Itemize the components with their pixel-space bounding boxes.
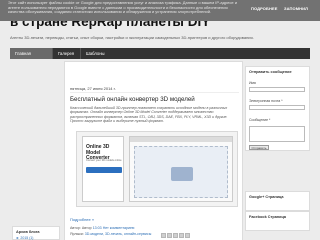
- email-label: Электронная почта *: [249, 99, 283, 103]
- message-field[interactable]: [249, 126, 305, 142]
- converter-preview-panel: [129, 136, 233, 202]
- name-field[interactable]: [249, 87, 305, 92]
- cookie-more-info-link[interactable]: ПОДРОБНЕЕ: [251, 6, 278, 12]
- labels-prefix: Ярлыки:: [70, 232, 84, 236]
- pinterest-share-icon[interactable]: [185, 233, 190, 238]
- cookie-notice-text: Этот сайт использует файлы cookie от Goo…: [8, 0, 237, 15]
- post-image[interactable]: Online 3D Model Converter Convert your 3…: [76, 131, 238, 207]
- tab-home[interactable]: Главная страница: [10, 48, 52, 67]
- post-date: пятница, 27 июня 2014 г.: [70, 86, 239, 93]
- twitter-share-icon[interactable]: [173, 233, 178, 238]
- submit-button[interactable]: Отправить: [249, 145, 269, 150]
- post-time-link[interactable]: 13:03: [93, 226, 102, 230]
- converter-card-subtitle: Convert your 3D models online: [86, 159, 122, 162]
- post-author-prefix: Автор:: [70, 226, 81, 230]
- contact-form-widget: Отправить сообщение Имя Электронная почт…: [245, 66, 310, 151]
- email-share-icon[interactable]: [161, 233, 166, 238]
- tab-gallery[interactable]: Галерея: [52, 48, 80, 59]
- archive-title: Архив блога: [16, 230, 40, 234]
- converter-card: Online 3D Model Converter Convert your 3…: [82, 136, 124, 202]
- left-sidebar: [10, 61, 62, 240]
- preview-area: [134, 146, 228, 198]
- contact-form-title: Отправить сообщение: [249, 70, 292, 74]
- archive-item[interactable]: ► 2015 (1): [16, 236, 33, 240]
- post-title[interactable]: Бесплатный онлайн конвертер 3D моделей: [70, 96, 195, 103]
- facebook-widget: Facebook Страница: [245, 211, 310, 231]
- converter-card-button: [86, 167, 122, 173]
- email-field[interactable]: [249, 105, 305, 110]
- post-footer: Автор: Автор 13:03 Нет комментариев:: [70, 226, 135, 230]
- share-icons: [161, 225, 191, 240]
- post-labels: Ярлыки: 3D-модели, 3D-печать, онлайн-сер…: [70, 232, 151, 236]
- blog-archive-widget: Архив блога ► 2015 (1): [12, 226, 60, 240]
- main-column: пятница, 27 июня 2014 г. Бесплатный онла…: [64, 61, 243, 240]
- post-author[interactable]: Автор: [82, 226, 92, 230]
- model-shape: [171, 167, 193, 181]
- google-plus-widget: Google+ Страница: [245, 191, 310, 211]
- post-excerpt: Классический дальнейший 3D-принтер позво…: [70, 106, 228, 124]
- read-more-link[interactable]: Подробнее »: [70, 217, 94, 222]
- google-plus-title: Google+ Страница: [249, 195, 284, 199]
- facebook-title: Facebook Страница: [249, 215, 286, 219]
- facebook-share-icon[interactable]: [179, 233, 184, 238]
- labels-links[interactable]: 3D-модели, 3D-печать, онлайн-сервисы: [85, 232, 152, 236]
- blog-description: Агенты 3D-печати, переводы, статьи, опыт…: [10, 35, 254, 40]
- post-comments-link[interactable]: Нет комментариев:: [103, 226, 135, 230]
- tab-templates[interactable]: Шаблоны: [80, 48, 110, 59]
- cookie-ok-button[interactable]: ЗАПОМНИЛ: [284, 6, 308, 12]
- cookie-notice-bar: Этот сайт использует файлы cookie от Goo…: [0, 0, 320, 21]
- message-label: Сообщение *: [249, 118, 271, 122]
- preview-toolbar: [130, 137, 232, 142]
- tabs-bar: Главная страница Галерея Шаблоны: [10, 48, 310, 67]
- blog-share-icon[interactable]: [167, 233, 172, 238]
- right-sidebar: Отправить сообщение Имя Электронная почт…: [245, 61, 310, 240]
- name-label: Имя: [249, 81, 256, 85]
